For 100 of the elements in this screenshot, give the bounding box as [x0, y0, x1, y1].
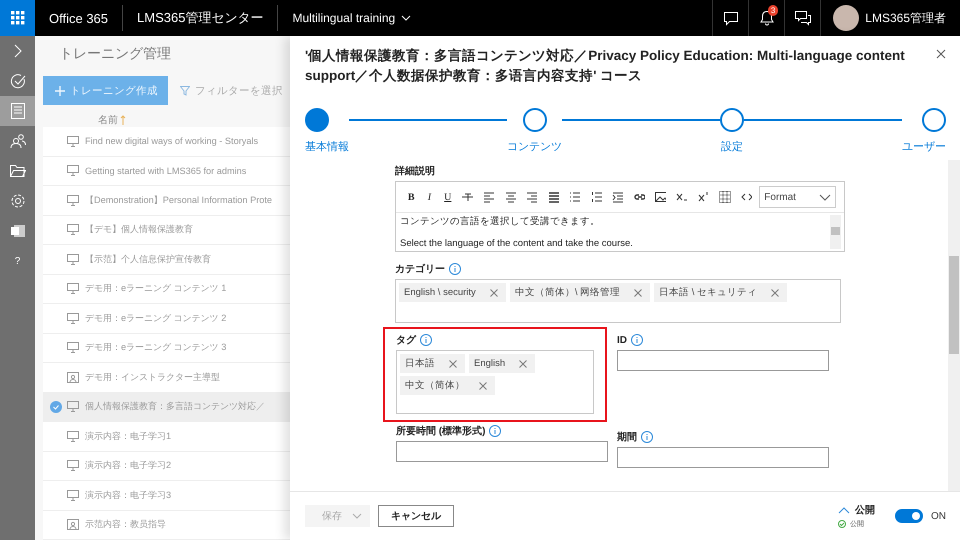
field-label: 詳細説明	[395, 164, 436, 178]
image-icon[interactable]	[655, 191, 666, 203]
app-icon	[10, 223, 26, 239]
filter-dropdown[interactable]: フィルターを選択	[174, 82, 289, 98]
step-circle[interactable]	[720, 108, 744, 132]
scrollbar[interactable]	[830, 215, 841, 249]
scrollbar[interactable]	[948, 160, 960, 491]
format-button[interactable]: B	[404, 192, 418, 202]
align-right-icon[interactable]	[526, 191, 538, 203]
format-dropdown[interactable]: Format	[759, 186, 836, 208]
id-field[interactable]	[617, 350, 829, 371]
info-icon[interactable]	[420, 334, 432, 346]
training-row[interactable]: デモ用：eラーニング コンテンツ 1	[43, 274, 290, 304]
training-row[interactable]: Getting started with LMS365 for admins	[43, 156, 290, 186]
toggle-switch[interactable]	[895, 509, 923, 523]
nav-item[interactable]	[0, 96, 35, 126]
category-tag: English \ security	[399, 283, 506, 302]
align-center-icon[interactable]	[504, 191, 516, 203]
training-row[interactable]: デモ用：eラーニング コンテンツ 2	[43, 304, 290, 334]
training-row[interactable]: 個人情報保護教育：多言語コンテンツ対応／	[43, 392, 290, 422]
admin-center-title[interactable]: LMS365管理センター	[123, 9, 278, 27]
info-icon[interactable]	[641, 431, 653, 443]
category-tag: 日本語 \ セキュリティ	[654, 283, 788, 302]
training-row[interactable]: Find new digital ways of working - Storyals	[43, 127, 290, 156]
create-training-button[interactable]: トレーニング作成	[43, 76, 168, 105]
remove-icon[interactable]	[479, 382, 487, 390]
chat-icon	[722, 10, 739, 26]
settings-icon	[10, 193, 26, 209]
category-field[interactable]: English \ security 中文（简体）\ 网络管理 日本語 \ セキュリティ	[395, 279, 841, 323]
format-button[interactable]: I	[422, 192, 437, 202]
toggle-label: ON	[931, 510, 946, 522]
remove-icon[interactable]	[490, 288, 498, 296]
strikethrough-icon[interactable]	[462, 191, 474, 203]
brand-name[interactable]: Office 365	[35, 10, 122, 26]
code-icon[interactable]	[740, 191, 752, 203]
subscript-icon[interactable]	[676, 191, 688, 203]
monitor-icon	[67, 312, 79, 324]
site-dropdown[interactable]: Multilingual training	[278, 11, 426, 25]
training-row[interactable]: 演示内容：电子学习3	[43, 481, 290, 510]
cancel-button[interactable]: キャンセル	[378, 505, 454, 527]
chevron-down-icon	[819, 194, 832, 200]
field-label: 所要時間 (標準形式)	[396, 424, 607, 438]
step-circle[interactable]	[922, 108, 946, 132]
chevron-up-icon[interactable]	[838, 506, 850, 514]
monitor-icon	[67, 283, 79, 294]
folder-icon	[10, 164, 26, 178]
numbered-list-icon[interactable]	[590, 191, 602, 203]
format-button[interactable]: U	[440, 192, 455, 202]
info-icon[interactable]	[489, 425, 502, 437]
remove-icon[interactable]	[519, 360, 528, 368]
step-circle[interactable]	[522, 108, 546, 132]
bullet-list-icon[interactable]	[569, 191, 581, 203]
step-label[interactable]: 基本情報	[305, 139, 349, 154]
info-icon[interactable]	[449, 263, 461, 275]
training-row[interactable]: 示范内容：教员指导	[43, 510, 290, 540]
page-title: トレーニング管理	[59, 45, 172, 63]
remove-icon[interactable]	[771, 288, 780, 296]
align-left-icon[interactable]	[483, 191, 495, 203]
chevron-down-icon	[401, 15, 412, 21]
remove-icon[interactable]	[449, 360, 457, 368]
step-circle[interactable]	[305, 108, 329, 132]
app-launcher-button[interactable]	[0, 0, 35, 36]
category-tag: 中文（简体）\ 网络管理	[510, 283, 650, 302]
field-label: 期間	[617, 430, 829, 444]
training-row[interactable]: デモ用：インストラクター主導型	[43, 363, 290, 392]
monitor-icon	[67, 430, 79, 442]
publish-label: 公開	[855, 504, 875, 517]
filter-icon	[180, 86, 190, 96]
field-label: タグ	[396, 333, 594, 347]
panel-title: '個人情報保護教育：多言語コンテンツ対応／Privacy Policy Education: Multi-language content support／个人数据保护教育：多语言内容支持' コース	[305, 47, 906, 85]
document-icon	[10, 103, 24, 119]
training-row[interactable]: 演示内容：电子学习1	[43, 422, 290, 452]
nav-item[interactable]: ?	[0, 246, 35, 276]
training-row[interactable]: 【示范】个人信息保护宣传教育	[43, 245, 290, 274]
training-row[interactable]: 演示内容：电子学习2	[43, 452, 290, 481]
info-icon[interactable]	[631, 334, 643, 346]
tag-field[interactable]: 日本語 English 中文（简体）	[396, 350, 594, 414]
table-icon[interactable]	[719, 191, 731, 203]
superscript-icon[interactable]	[698, 191, 710, 203]
presenter-icon	[67, 519, 79, 530]
step-label[interactable]: コンテンツ	[507, 139, 562, 154]
duration-field[interactable]	[396, 441, 608, 462]
rich-text-editor[interactable]: B I U Format コンテンツの言語を選択して受講できます。 Select the language of the content and take the course.	[395, 181, 845, 252]
training-row[interactable]: 【Demonstration】Personal Information Prote	[43, 186, 290, 216]
column-header[interactable]: 名前	[98, 113, 118, 127]
users-icon	[10, 133, 26, 149]
monitor-icon	[67, 401, 79, 412]
step-label[interactable]: ユーザー	[902, 139, 946, 154]
training-row[interactable]: 【デモ】個人情報保護教育	[43, 216, 290, 245]
indent-icon[interactable]	[612, 191, 624, 203]
user-name[interactable]: LMS365管理者	[865, 10, 946, 26]
avatar[interactable]	[833, 5, 860, 31]
chat-bubbles-icon	[794, 10, 812, 26]
close-icon[interactable]	[936, 49, 946, 59]
justify-icon[interactable]	[548, 191, 560, 203]
training-row[interactable]: デモ用：eラーニング コンテンツ 3	[43, 334, 290, 363]
period-field[interactable]	[617, 447, 829, 468]
remove-icon[interactable]	[634, 288, 642, 296]
step-label[interactable]: 設定	[721, 139, 743, 154]
check-circle-icon	[50, 400, 62, 413]
